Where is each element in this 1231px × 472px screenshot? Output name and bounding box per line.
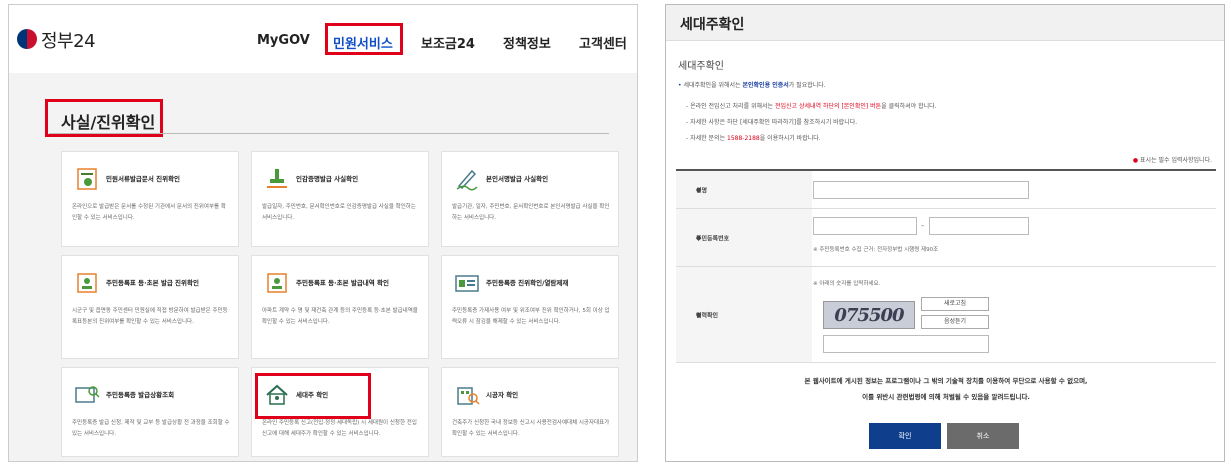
card-title: 주민등록표 등·초본 발급내역 확인: [296, 279, 389, 287]
required-note: ● 표시는 필수 입력사항입니다.: [1132, 157, 1212, 164]
card-desc: 주민등록증 가제사용 여부 및 위조여부 진위 확인하거나, 5회 이상 입력오…: [452, 308, 610, 325]
form-row-captcha: ● 입력확인 ※ 아래의 숫자를 입력하세요. 075500 새로고침 음성듣기: [676, 267, 1216, 363]
notice-certificate: • 세대주확인을 위해서는 본인확인용 인증서가 필요합니다.: [678, 82, 826, 89]
cancel-button[interactable]: 취소: [947, 423, 1019, 449]
card-id-card-verify[interactable]: 주민등록증 진위확인/열람제재 주민등록증 가제사용 여부 및 위조여부 진위 …: [441, 255, 619, 359]
resident-card-icon: [267, 273, 287, 293]
card-resident-copy-history[interactable]: 주민등록표 등·초본 발급내역 확인 아파트 계약 수 명 및 재건축 관계 등…: [251, 255, 429, 359]
highlight-box: [325, 23, 403, 55]
id-card-search-icon: [75, 386, 100, 403]
rrn-hint: ※ 주민등록번호 수집 근거: 전자정부법 시행령 제90조: [813, 247, 939, 253]
captcha-image: 075500: [823, 301, 915, 329]
form-row-rrn: ● 주민등록번호 - ※ 주민등록번호 수집 근거: 전자정부법 시행령 제90…: [676, 209, 1216, 267]
card-document-verify[interactable]: 민원서류발급문서 진위확인 온라인으로 발급받은 문서를 수정된 기관에서 문서…: [61, 151, 239, 247]
form-row-name: ● 성명: [676, 171, 1216, 209]
card-resident-copy-verify[interactable]: 주민등록표 등·초본 발급 진위확인 시군구 및 읍면동 주민센터 민원실에 직…: [61, 255, 239, 359]
document-check-icon: [77, 168, 97, 190]
nav-subsidy[interactable]: 보조금24: [421, 33, 475, 52]
nav-mygov[interactable]: MyGOV: [257, 33, 310, 48]
nav-policy[interactable]: 정책정보: [503, 33, 551, 52]
card-desc: 주민등록증 발급 신청, 제작 및 교부 등 발급상황 전 과정을 조회할 수 …: [72, 420, 230, 437]
service-page-panel: 정부24 MyGOV 민원서비스 보조금24 정책정보 고객센터 사실/진위확인…: [8, 4, 638, 462]
nav-customer-center[interactable]: 고객센터: [579, 33, 627, 52]
title-divider: [49, 133, 609, 134]
global-navigation: 정부24 MyGOV 민원서비스 보조금24 정책정보 고객센터: [9, 5, 637, 73]
legal-notice-line2: 이를 위반시 관련법령에 의해 처벌될 수 있음을 알려드립니다.: [862, 393, 1030, 401]
card-seal-verify[interactable]: 인감증명발급 사실확인 발급일자, 주민번호, 문서확인번호로 인감증명발급 사…: [251, 151, 429, 247]
highlight-box: [255, 373, 371, 419]
legal-notice-line1: 본 웹사이트에 게시된 정보는 프로그램이나 그 밖의 기술적 장치를 이용하여…: [804, 377, 1088, 385]
confirm-button[interactable]: 확인: [869, 423, 941, 449]
card-desc: 온라인으로 발급받은 문서를 수정된 기관에서 문서의 진위여부를 확인할 수 …: [72, 204, 226, 221]
resident-card-icon: [77, 273, 97, 293]
label-rrn: ● 주민등록번호: [676, 209, 812, 266]
card-desc: 온라인 주민등록 신고(전입·정정·세대독립) 시 세대원이 신청한 전입신고에…: [262, 420, 417, 437]
card-signature-verify[interactable]: 본인서명발급 사실확인 발급기관, 일자, 주민번호, 문서확인번호로 본인서명…: [441, 151, 619, 247]
captcha-audio-button[interactable]: 음성듣기: [921, 315, 989, 329]
notice-move-in: - 온라인 전입신고 처리를 위해서는 전입신고 상세내역 하단의 [본인확인]…: [686, 103, 937, 110]
label-captcha: ● 입력확인: [676, 267, 812, 362]
id-card-icon: [455, 275, 479, 292]
card-title: 주민등록증 발급상황조회: [106, 391, 175, 399]
card-title: 인감증명발급 사실확인: [296, 175, 359, 183]
rrn-back-input[interactable]: [929, 217, 1029, 235]
card-contractor-verify[interactable]: 시공자 확인 건축주가 신청한 국내 정보등 신고시 사용전검사예대체 시공자대…: [441, 367, 619, 457]
card-desc: 발급기관, 일자, 주민번호, 문서확인번호로 본인서명발급 사실을 확인하는 …: [452, 204, 610, 221]
card-title: 주민등록증 진위확인/열람제재: [486, 279, 569, 287]
card-desc: 아파트 계약 수 명 및 재건축 관계 등의 주민등록 등·초본 발급내역을 확…: [262, 308, 418, 325]
card-title: 본인서명발급 사실확인: [486, 175, 549, 183]
captcha-hint: ※ 아래의 숫자를 입력하세요.: [813, 281, 881, 287]
card-id-issue-status[interactable]: 주민등록증 발급상황조회 주민등록증 발급 신청, 제작 및 교부 등 발급상황…: [61, 367, 239, 457]
card-title: 시공자 확인: [486, 391, 519, 399]
household-head-form-panel: 세대주확인 세대주확인 • 세대주확인을 위해서는 본인확인용 인증서가 필요합…: [665, 4, 1225, 462]
captcha-input[interactable]: [823, 335, 989, 353]
building-search-icon: [457, 387, 480, 405]
label-name: ● 성명: [676, 171, 812, 208]
rrn-front-input[interactable]: [813, 217, 917, 235]
form-subtitle: 세대주확인: [678, 61, 724, 72]
form-title: 세대주확인: [680, 17, 745, 33]
captcha-refresh-button[interactable]: 새로고침: [921, 297, 989, 311]
gov-emblem-icon[interactable]: [17, 29, 37, 49]
pen-signature-icon: [456, 169, 478, 191]
notice-contact: - 자세한 문의는 1588-2188을 이용하시기 바랍니다.: [686, 135, 821, 142]
card-title: 민원서류발급문서 진위확인: [106, 175, 181, 183]
card-desc: 시군구 및 읍면동 주민센터 민원실에 직접 방문하여 발급받은 주민등록표등본…: [72, 308, 228, 325]
seal-stamp-icon: [267, 169, 287, 188]
highlight-box: [45, 99, 163, 137]
notice-guide: - 자세한 사항은 하단 [세대주확인 따라하기]를 참조하시기 바랍니다.: [686, 119, 858, 126]
rrn-separator: -: [921, 221, 924, 230]
site-logo[interactable]: 정부24: [41, 27, 96, 53]
form-header: 세대주확인: [666, 5, 1224, 41]
card-desc: 발급일자, 주민번호, 문서확인번호로 인감증명발급 사실을 확인하는 서비스입…: [262, 204, 416, 221]
card-desc: 건축주가 신청한 국내 정보등 신고시 사용전검사예대체 시공자대표가 확인할 …: [452, 420, 610, 437]
name-input[interactable]: [813, 181, 1029, 199]
card-title: 주민등록표 등·초본 발급 진위확인: [106, 279, 199, 287]
